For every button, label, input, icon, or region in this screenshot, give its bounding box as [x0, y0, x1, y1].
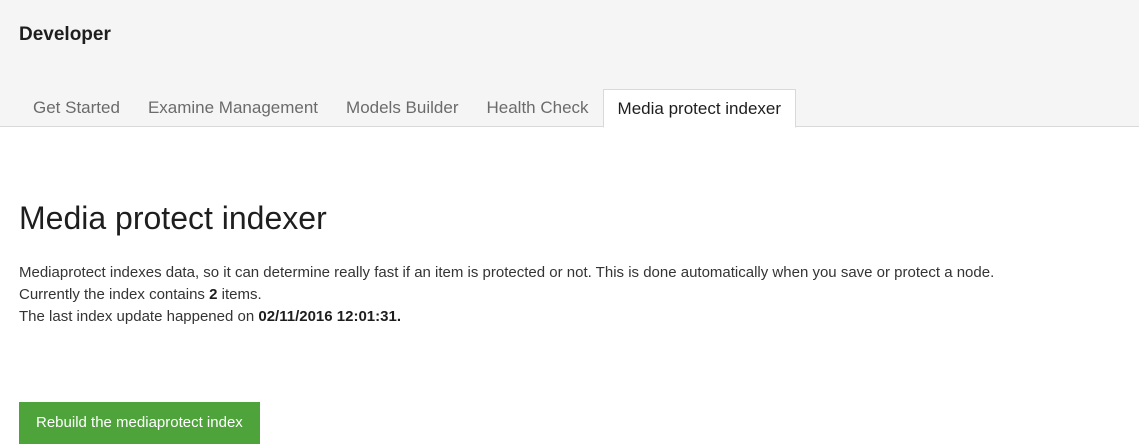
index-count-prefix: Currently the index contains — [19, 286, 210, 303]
index-count-suffix: items. — [217, 286, 262, 303]
last-update-prefix: The last index update happened on — [19, 308, 259, 325]
rebuild-index-button[interactable]: Rebuild the mediaprotect index — [19, 402, 260, 444]
page-title: Media protect indexer — [19, 200, 327, 236]
main-content: Media protect indexer Mediaprotect index… — [19, 196, 1129, 328]
description-text: Mediaprotect indexes data, so it can det… — [19, 264, 995, 281]
section-header: Developer Get Started Examine Management… — [0, 0, 1139, 128]
section-title: Developer — [19, 24, 111, 45]
tab-bar: Get Started Examine Management Models Bu… — [19, 89, 797, 128]
tab-examine-management[interactable]: Examine Management — [134, 89, 332, 127]
tab-media-protect-indexer[interactable]: Media protect indexer — [602, 89, 797, 128]
last-update-value: 02/11/2016 12:01:31 — [258, 308, 397, 325]
index-count-line: Currently the index contains 2 items. — [19, 284, 1129, 306]
description: Mediaprotect indexes data, so it can det… — [19, 262, 1129, 328]
last-update-line: The last index update happened on 02/11/… — [19, 306, 1129, 328]
last-update-suffix: . — [396, 308, 401, 325]
tab-health-check[interactable]: Health Check — [472, 89, 602, 127]
tab-models-builder[interactable]: Models Builder — [332, 89, 472, 127]
tab-get-started[interactable]: Get Started — [19, 89, 134, 127]
